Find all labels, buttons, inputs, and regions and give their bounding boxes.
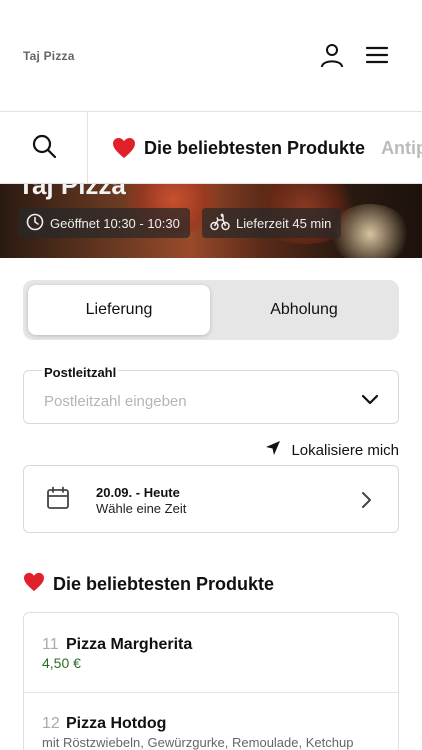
menu-icon[interactable] — [364, 42, 390, 68]
heart-icon — [23, 572, 53, 597]
brand-name[interactable]: Taj Pizza — [23, 49, 75, 63]
location-arrow-icon — [265, 440, 291, 460]
hero-image-detail — [330, 204, 410, 258]
choose-time-text: Wähle eine Zeit — [96, 501, 187, 516]
delivery-option[interactable]: Lieferung — [28, 285, 210, 335]
product-description: mit Röstzwiebeln, Gewürzgurke, Remoulade… — [42, 735, 354, 750]
heart-icon — [112, 137, 136, 159]
category-tab-popular[interactable]: Die beliebtesten Produkte — [144, 138, 365, 159]
category-track: Die beliebtesten Produkte Antip — [112, 112, 422, 183]
app-header: Taj Pizza — [0, 0, 422, 112]
hero-title: Taj Pizza — [18, 184, 126, 200]
product-number: 11 — [42, 636, 59, 653]
bike-icon — [210, 213, 236, 234]
search-button[interactable] — [0, 112, 88, 183]
locate-me-button[interactable]: Lokalisiere mich — [265, 440, 399, 460]
clock-icon — [26, 213, 50, 234]
opening-hours-text: Geöffnet 10:30 - 10:30 — [50, 215, 180, 231]
product-item[interactable]: 11 Pizza Margherita 4,50 € — [24, 613, 398, 693]
date-time-selector[interactable]: 20.09. - Heute Wähle eine Zeit — [23, 465, 399, 533]
product-name: Pizza Hotdog — [66, 715, 167, 732]
order-mode-toggle: Lieferung Abholung — [23, 280, 399, 340]
product-price: 4,50 € — [42, 655, 81, 671]
delivery-time-badge: Lieferzeit 45 min — [202, 208, 342, 238]
user-icon[interactable] — [319, 42, 345, 68]
zip-label: Postleitzahl — [42, 365, 119, 380]
product-name: Pizza Margherita — [66, 636, 193, 653]
zip-placeholder: Postleitzahl eingeben — [44, 393, 187, 410]
selected-date: 20.09. - Heute — [96, 485, 180, 500]
product-number: 12 — [42, 715, 60, 732]
product-item[interactable]: 12 Pizza Hotdog mit Röstzwiebeln, Gewürz… — [24, 693, 398, 750]
hero-banner: Taj Pizza Geöffnet 10:30 - 10:30 Lieferz… — [0, 184, 422, 258]
locate-me-label: Lokalisiere mich — [291, 441, 399, 459]
product-list: 11 Pizza Margherita 4,50 € 12 Pizza Hotd… — [23, 612, 399, 750]
opening-hours-badge: Geöffnet 10:30 - 10:30 — [18, 208, 190, 238]
category-bar: Die beliebtesten Produkte Antip — [0, 112, 422, 184]
chevron-down-icon[interactable] — [360, 392, 380, 411]
chevron-right-icon[interactable] — [360, 490, 372, 515]
delivery-time-text: Lieferzeit 45 min — [236, 215, 332, 231]
search-icon — [31, 133, 57, 164]
section-title: Die beliebtesten Produkte — [23, 572, 274, 597]
section-title-text: Die beliebtesten Produkte — [53, 574, 275, 594]
category-tab-next[interactable]: Antip — [381, 138, 422, 159]
pickup-option[interactable]: Abholung — [213, 285, 395, 335]
calendar-icon — [46, 486, 70, 515]
